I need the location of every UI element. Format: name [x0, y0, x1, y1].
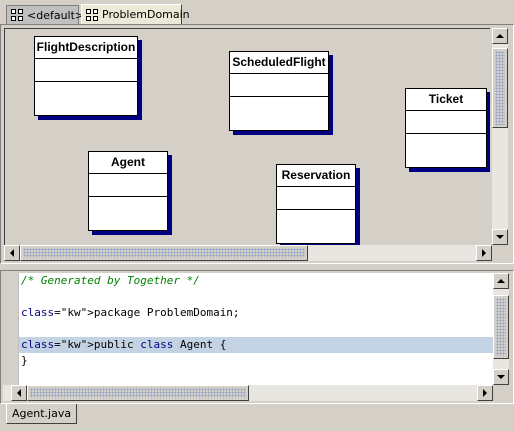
scroll-thumb[interactable] — [492, 48, 508, 128]
diagram-tab-bar: <default> ProblemDomain — [0, 0, 514, 24]
scroll-down-button[interactable] — [492, 229, 508, 245]
diagram-canvas[interactable]: FlightDescription ScheduledFlight Ticket… — [4, 28, 490, 245]
scroll-up-button[interactable] — [493, 273, 509, 289]
editor-file-tabs: Agent.java — [0, 404, 514, 431]
code-editor-panel: /* Generated by Together */ class="kw">p… — [0, 270, 514, 404]
class-attributes — [277, 187, 355, 210]
code-area[interactable]: /* Generated by Together */ class="kw">p… — [19, 273, 493, 385]
class-operations — [35, 82, 137, 115]
class-box-scheduledflight[interactable]: ScheduledFlight — [229, 51, 329, 131]
scroll-corner — [492, 245, 508, 261]
code-line: } — [21, 354, 28, 367]
scroll-left-button[interactable] — [4, 245, 20, 261]
scroll-corner — [493, 385, 509, 401]
class-operations — [230, 97, 328, 130]
class-box-ticket[interactable]: Ticket — [405, 88, 487, 168]
diagram-icon — [86, 8, 98, 21]
class-attributes — [406, 111, 486, 134]
tab-label: <default> — [27, 8, 85, 22]
class-attributes — [35, 59, 137, 82]
tab-label: ProblemDomain — [102, 8, 190, 21]
scroll-left-button[interactable] — [11, 385, 27, 401]
scroll-thumb[interactable] — [27, 385, 249, 401]
editor-horizontal-scrollbar[interactable] — [3, 385, 493, 401]
code-line: class="kw">package ProblemDomain; — [21, 306, 240, 319]
scroll-right-button[interactable] — [476, 245, 492, 261]
scroll-thumb[interactable] — [20, 245, 308, 261]
code-line: /* Generated by Together */ — [21, 274, 200, 287]
scroll-thumb[interactable] — [493, 295, 509, 359]
class-name: Agent — [89, 152, 167, 174]
code-line-current: class="kw">public class Agent { — [19, 337, 493, 353]
class-name: ScheduledFlight — [230, 52, 328, 74]
class-box-flightdescription[interactable]: FlightDescription — [34, 36, 138, 116]
file-tab-agent-java[interactable]: Agent.java — [6, 404, 78, 424]
class-name: Reservation — [277, 165, 355, 187]
editor-gutter — [3, 273, 19, 385]
class-box-agent[interactable]: Agent — [88, 151, 168, 231]
diagram-icon — [11, 9, 23, 21]
class-name: Ticket — [406, 89, 486, 111]
class-attributes — [230, 74, 328, 97]
class-operations — [406, 134, 486, 167]
class-box-reservation[interactable]: Reservation — [276, 164, 356, 244]
class-operations — [89, 197, 167, 230]
tab-problemdomain[interactable]: ProblemDomain — [81, 4, 190, 24]
class-attributes — [89, 174, 167, 197]
class-operations — [277, 210, 355, 243]
class-name: FlightDescription — [35, 37, 137, 59]
scroll-right-button[interactable] — [477, 385, 493, 401]
scroll-down-button[interactable] — [493, 369, 509, 385]
scroll-up-button[interactable] — [492, 28, 508, 44]
diagram-horizontal-scrollbar[interactable] — [4, 245, 492, 261]
tab-default[interactable]: <default> — [6, 5, 84, 24]
editor-vertical-scrollbar[interactable] — [493, 273, 509, 385]
diagram-panel: FlightDescription ScheduledFlight Ticket… — [0, 24, 514, 264]
diagram-vertical-scrollbar[interactable] — [492, 28, 508, 245]
